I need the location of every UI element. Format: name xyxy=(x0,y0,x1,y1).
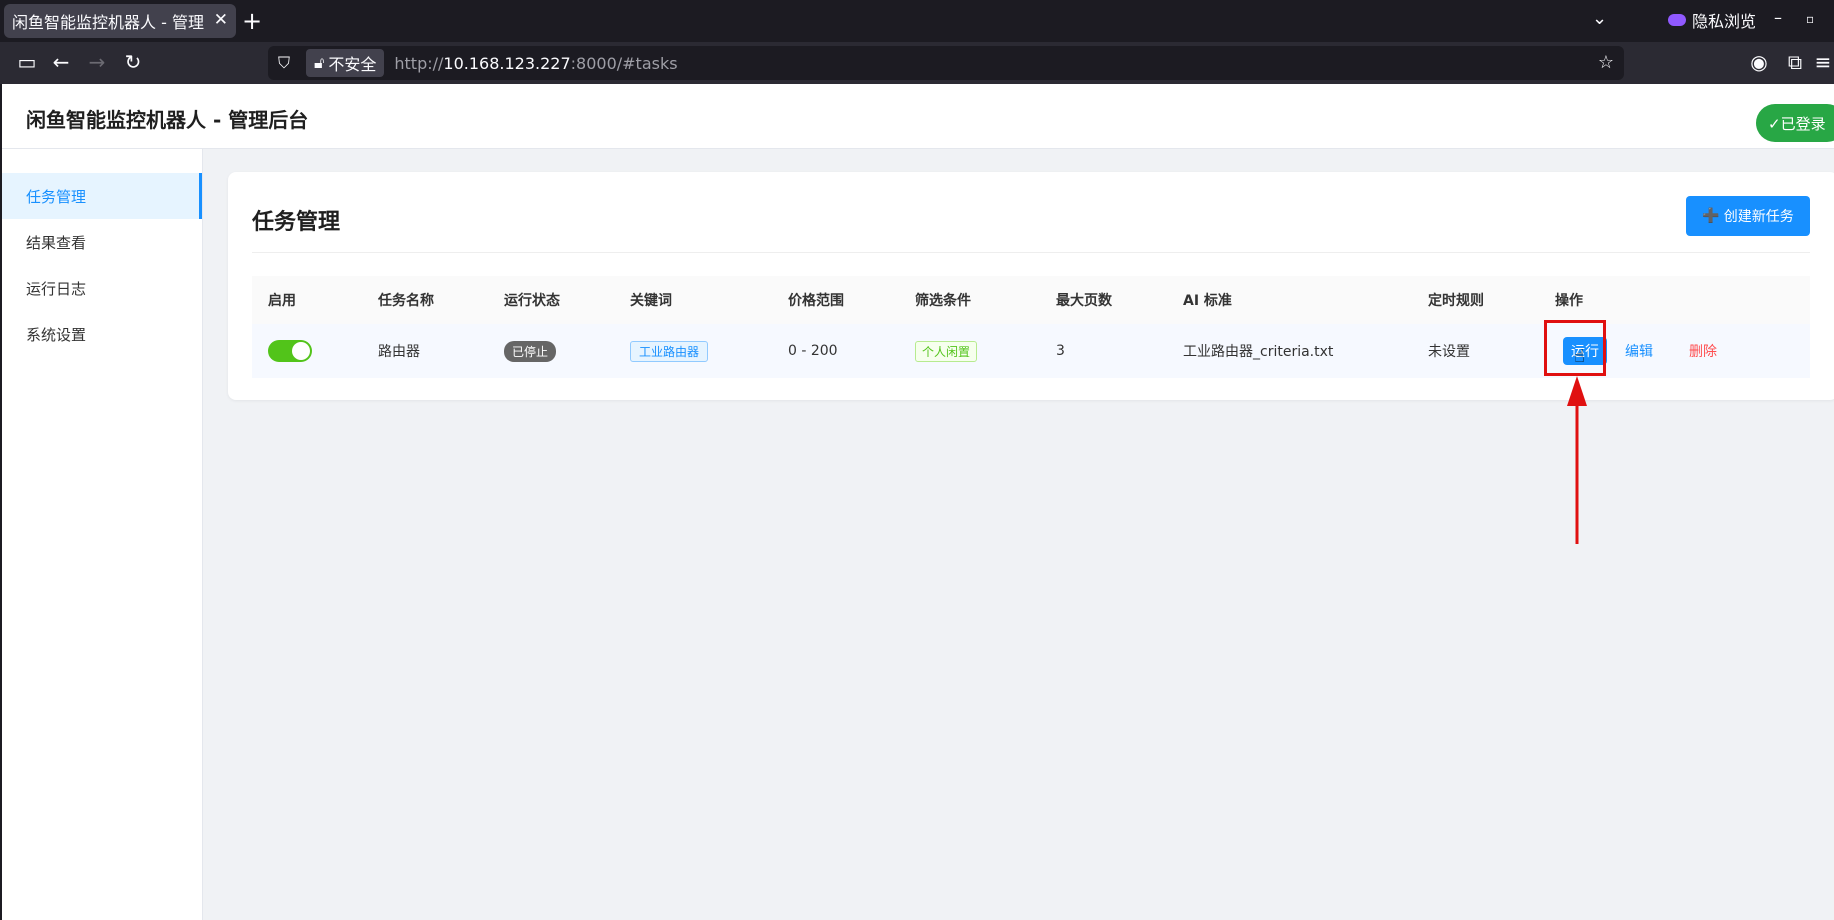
back-icon[interactable]: ← xyxy=(48,50,74,74)
list-tabs-icon[interactable]: ⌄ xyxy=(1592,8,1607,29)
create-task-label: 创建新任务 xyxy=(1723,209,1794,225)
browser-tab[interactable]: 闲鱼智能监控机器人 - 管理后 ✕ xyxy=(4,4,236,38)
divider xyxy=(252,252,1810,253)
column-header-status: 运行状态 xyxy=(504,293,560,309)
column-header-price: 价格范围 xyxy=(788,293,844,309)
bookmark-star-icon[interactable]: ☆ xyxy=(1598,52,1614,73)
shield-icon[interactable]: ⛉ xyxy=(278,53,298,73)
connection-insecure-badge[interactable]: 🔓︎ 不安全 xyxy=(306,49,385,77)
filter-cell: 个人闲置 xyxy=(915,324,978,378)
filter-tag: 个人闲置 xyxy=(915,340,978,362)
private-browsing-indicator: 隐私浏览 xyxy=(1668,8,1756,32)
sidebar: 任务管理 结果查看 运行日志 系统设置 xyxy=(2,149,203,920)
ai-criteria: 工业路由器_criteria.txt xyxy=(1183,344,1334,360)
tab-title: 闲鱼智能监控机器人 - 管理后 xyxy=(12,13,204,32)
price-range: 0 - 200 xyxy=(788,343,838,359)
address-bar[interactable]: ⛉ 🔓︎ 不安全 http://10.168.123.227:8000/#tas… xyxy=(268,46,1624,80)
menu-icon[interactable]: ≡ xyxy=(1814,50,1832,74)
login-status-badge[interactable]: ✓已登录 xyxy=(1756,104,1834,142)
insecure-label: 不安全 xyxy=(328,55,377,74)
status-badge: 已停止 xyxy=(504,340,557,362)
url-host: 10.168.123.227 xyxy=(443,53,571,73)
pointer-cursor-icon: ☝ xyxy=(1574,346,1585,367)
reload-icon[interactable]: ↻ xyxy=(120,50,146,74)
new-tab-icon[interactable]: + xyxy=(236,6,268,36)
edit-link[interactable]: 编辑 xyxy=(1625,341,1653,361)
app-title: 闲鱼智能监控机器人 - 管理后台 xyxy=(26,108,309,132)
column-header-enabled: 启用 xyxy=(268,293,296,309)
column-header-name: 任务名称 xyxy=(378,293,434,309)
delete-link[interactable]: 删除 xyxy=(1689,341,1717,361)
close-tab-icon[interactable]: ✕ xyxy=(214,10,228,30)
status-cell: 已停止 xyxy=(504,324,557,378)
extensions-icon[interactable]: ⧉ xyxy=(1782,50,1808,74)
minimize-icon[interactable]: – xyxy=(1774,8,1782,27)
sidebar-item-settings[interactable]: 系统设置 xyxy=(2,311,202,357)
restore-icon[interactable]: ▫ xyxy=(1806,12,1814,26)
column-header-max-pages: 最大页数 xyxy=(1056,293,1112,309)
column-header-actions: 操作 xyxy=(1555,293,1583,309)
private-mask-icon xyxy=(1668,14,1686,26)
column-header-schedule: 定时规则 xyxy=(1428,293,1484,309)
browser-toolbar: ▭ ← → ↻ ⛉ 🔓︎ 不安全 http://10.168.123.227:8… xyxy=(0,42,1834,84)
keyword-tag: 工业路由器 xyxy=(630,340,709,362)
sidebar-item-tasks[interactable]: 任务管理 xyxy=(2,173,202,219)
max-pages: 3 xyxy=(1056,343,1065,359)
sidebar-item-results[interactable]: 结果查看 xyxy=(2,219,202,265)
forward-icon[interactable]: → xyxy=(84,50,110,74)
keyword-cell: 工业路由器 xyxy=(630,324,709,378)
lock-warning-icon: 🔓︎ xyxy=(314,53,325,72)
table-header: 启用 任务名称 运行状态 关键词 价格范围 筛选条件 最大页数 AI 标准 定时… xyxy=(252,276,1810,324)
plus-icon: ➕ xyxy=(1702,208,1720,224)
enabled-toggle[interactable] xyxy=(268,340,312,362)
schedule: 未设置 xyxy=(1428,344,1470,360)
url-suffix: :8000/#tasks xyxy=(570,53,678,73)
url-text[interactable]: http://10.168.123.227:8000/#tasks xyxy=(394,54,677,73)
private-label: 隐私浏览 xyxy=(1692,12,1757,31)
account-icon[interactable]: ◉ xyxy=(1746,50,1772,74)
create-task-button[interactable]: ➕ 创建新任务 xyxy=(1686,196,1810,236)
column-header-keyword: 关键词 xyxy=(630,293,672,309)
enabled-cell xyxy=(268,324,312,378)
column-header-ai-criteria: AI 标准 xyxy=(1183,293,1232,309)
app-header: 闲鱼智能监控机器人 - 管理后台 ✓已登录 xyxy=(2,84,1834,149)
page-title: 任务管理 xyxy=(252,210,341,235)
sidebar-item-logs[interactable]: 运行日志 xyxy=(2,265,202,311)
task-name: 路由器 xyxy=(378,344,420,360)
column-header-filter: 筛选条件 xyxy=(915,293,971,309)
url-prefix: http:// xyxy=(394,53,444,73)
sidebar-toggle-icon[interactable]: ▭ xyxy=(14,50,40,74)
annotation-arrow-icon xyxy=(1567,376,1587,544)
browser-tab-bar: 闲鱼智能监控机器人 - 管理后 ✕ + ⌄ 隐私浏览 – ▫ xyxy=(0,0,1834,42)
